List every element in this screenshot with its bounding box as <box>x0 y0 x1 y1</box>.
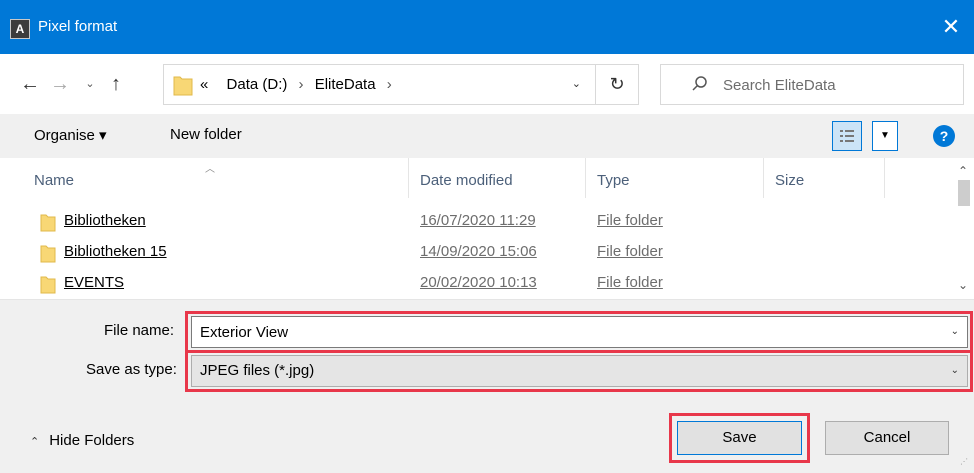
save-as-type-value: JPEG files (*.jpg) <box>200 362 315 379</box>
arrow-right-icon[interactable]: → <box>48 72 72 96</box>
vertical-scrollbar[interactable]: ⌃ ⌄ <box>954 158 974 299</box>
column-divider[interactable] <box>585 158 586 198</box>
resize-grip-icon[interactable]: ⋰ <box>960 458 970 469</box>
view-options-dropdown[interactable]: ▼ <box>872 121 898 151</box>
file-type: File folder <box>597 212 663 229</box>
hide-folders-label: Hide Folders <box>49 432 135 449</box>
file-date: 14/09/2020 15:06 <box>420 243 537 260</box>
refresh-icon[interactable]: ↻ <box>596 64 639 105</box>
breadcrumb-separator-icon[interactable]: › <box>292 76 311 93</box>
search-input[interactable] <box>723 74 953 96</box>
sort-ascending-icon: ︿ <box>205 164 215 175</box>
breadcrumb-separator-icon[interactable]: › <box>380 76 399 93</box>
app-icon: A <box>10 19 30 39</box>
column-divider[interactable] <box>408 158 409 198</box>
scroll-up-icon[interactable]: ⌃ <box>958 164 968 178</box>
organise-button[interactable]: Organise ▾ <box>34 126 107 144</box>
list-item[interactable]: Bibliotheken 15 14/09/2020 15:06 File fo… <box>0 237 952 267</box>
column-header-type[interactable]: Type <box>597 172 630 189</box>
file-name-label: File name: <box>104 322 175 339</box>
file-name: Bibliotheken 15 <box>64 243 167 260</box>
column-divider[interactable] <box>884 158 885 198</box>
scroll-down-icon[interactable]: ⌄ <box>958 278 968 292</box>
save-as-type-label: Save as type: <box>86 361 177 378</box>
window-title: Pixel format <box>38 18 118 35</box>
folder-icon <box>40 274 56 298</box>
column-header-date-modified[interactable]: Date modified <box>420 172 513 189</box>
title-bar: A Pixel format ✕ <box>0 0 974 54</box>
address-bar[interactable]: « Data (D:) › EliteData › ⌄ <box>163 64 596 105</box>
scroll-thumb[interactable] <box>958 180 970 206</box>
close-icon[interactable]: ✕ <box>936 12 966 42</box>
search-box[interactable] <box>660 64 964 105</box>
file-list: ︿ Name Date modified Type Size Bibliothe… <box>0 158 974 300</box>
chevron-down-icon[interactable]: ⌄ <box>951 365 959 376</box>
file-name: Bibliotheken <box>64 212 146 229</box>
command-bar: Organise ▾ New folder ▼ ? <box>0 114 974 158</box>
file-date: 20/02/2020 10:13 <box>420 274 537 291</box>
column-header-size[interactable]: Size <box>775 172 804 189</box>
recent-locations-chevron-icon[interactable]: ⌄ <box>78 72 102 96</box>
save-as-type-select[interactable]: JPEG files (*.jpg) ⌄ <box>191 355 968 387</box>
breadcrumb-overflow-icon[interactable]: « <box>200 76 208 93</box>
arrow-up-icon[interactable]: ↑ <box>104 72 128 96</box>
hide-folders-button[interactable]: ⌃ Hide Folders <box>30 432 134 449</box>
list-item[interactable]: EVENTS 20/02/2020 10:13 File folder <box>0 268 952 298</box>
search-icon <box>691 75 709 97</box>
list-item[interactable]: Bibliotheken 16/07/2020 11:29 File folde… <box>0 206 952 236</box>
file-type: File folder <box>597 274 663 291</box>
chevron-down-icon[interactable]: ⌄ <box>951 326 959 337</box>
folder-icon <box>40 212 56 236</box>
chevron-down-icon[interactable]: ⌄ <box>572 77 581 90</box>
breadcrumb: « Data (D:) › EliteData › <box>200 76 399 93</box>
file-name-input[interactable] <box>200 322 930 342</box>
file-name: EVENTS <box>64 274 125 291</box>
help-icon[interactable]: ? <box>933 125 955 147</box>
cancel-button[interactable]: Cancel <box>825 421 949 455</box>
file-name-field[interactable]: ⌄ <box>191 316 968 348</box>
file-date: 16/07/2020 11:29 <box>420 212 536 229</box>
breadcrumb-item-elitedata[interactable]: EliteData <box>315 76 376 93</box>
folder-icon <box>173 74 193 100</box>
arrow-left-icon[interactable]: ← <box>18 72 42 96</box>
file-type: File folder <box>597 243 663 260</box>
folder-icon <box>40 243 56 267</box>
details-view-icon[interactable] <box>832 121 862 151</box>
breadcrumb-item-data-drive[interactable]: Data (D:) <box>227 76 288 93</box>
navigation-bar: ← → ⌄ ↑ « Data (D:) › EliteData › ⌄ ↻ <box>0 54 974 114</box>
column-divider[interactable] <box>763 158 764 198</box>
save-button[interactable]: Save <box>677 421 802 455</box>
new-folder-button[interactable]: New folder <box>170 126 242 143</box>
chevron-up-icon: ⌃ <box>30 436 40 448</box>
column-header-name[interactable]: Name <box>34 172 74 189</box>
